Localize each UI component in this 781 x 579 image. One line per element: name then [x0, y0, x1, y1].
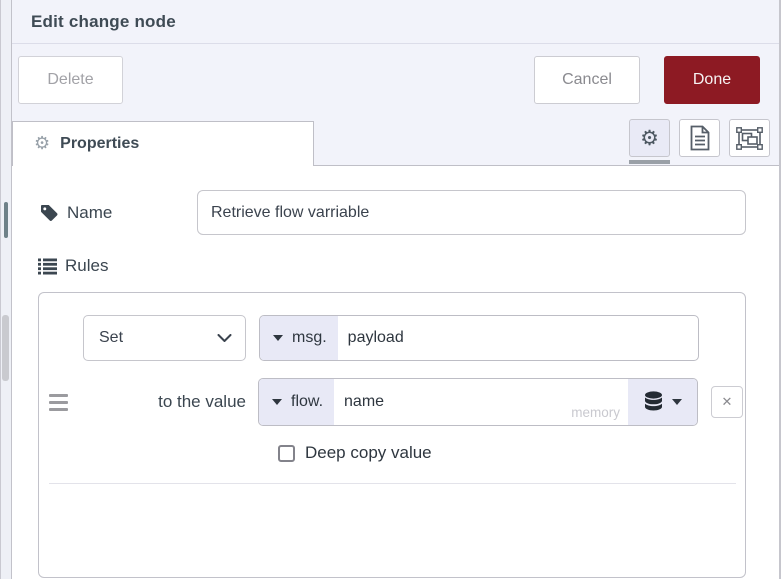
handle-bar — [49, 407, 68, 411]
database-icon — [645, 391, 662, 411]
rule-separator — [49, 483, 736, 484]
rule-target-row: Set msg. — [83, 315, 699, 361]
done-button[interactable]: Done — [664, 55, 760, 104]
rule-value-row: to the value flow. memory — [49, 378, 743, 426]
tag-icon — [41, 204, 58, 221]
tray-view-buttons: ⚙ — [629, 119, 770, 164]
description-view-button[interactable] — [679, 119, 720, 157]
properties-view-button[interactable]: ⚙ — [629, 119, 670, 164]
rule-action-select[interactable]: Set — [83, 315, 246, 361]
rules-label-text: Rules — [65, 256, 109, 275]
rule-list-item: Set msg. payload to the value flow. name… — [38, 292, 746, 578]
node-red-edit-dialog: Edit change node Delete Cancel Done ⚙ Pr… — [0, 0, 781, 579]
delete-button[interactable]: Delete — [18, 55, 123, 104]
value-type-label: flow. — [291, 393, 324, 410]
deep-copy-label: Deep copy value — [305, 443, 432, 462]
caret-down-icon — [672, 399, 682, 405]
workspace-scrollbar-thumb[interactable] — [2, 315, 9, 381]
background-node-sliver — [4, 202, 8, 238]
tab-properties-label: Properties — [60, 135, 140, 152]
remove-rule-button[interactable]: ✕ — [711, 386, 743, 418]
dialog-title: Edit change node — [31, 11, 176, 31]
caret-down-icon — [273, 335, 283, 341]
document-icon — [690, 125, 709, 151]
value-type-button[interactable]: flow. — [259, 379, 335, 425]
tray-content: Name Rules Set — [12, 166, 779, 579]
handle-bar — [49, 393, 68, 397]
tray-tab-bar: ⚙ Properties ⚙ — [12, 115, 779, 166]
target-type-label: msg. — [292, 329, 327, 346]
target-typed-input: msg. — [259, 315, 699, 361]
value-property-input[interactable] — [334, 379, 628, 425]
edit-tray: Edit change node Delete Cancel Done ⚙ Pr… — [12, 0, 781, 579]
context-store-button[interactable] — [628, 379, 697, 425]
tray-toolbar: Delete Cancel Done — [12, 44, 779, 115]
tab-properties[interactable]: ⚙ Properties — [12, 121, 314, 166]
close-icon: ✕ — [721, 394, 733, 410]
caret-down-icon — [272, 399, 282, 405]
to-the-value-label: to the value — [158, 392, 246, 411]
name-input[interactable] — [197, 190, 746, 235]
deep-copy-checkbox[interactable] — [278, 444, 295, 462]
list-icon — [38, 258, 57, 274]
name-field-label: Name — [40, 203, 197, 223]
workspace-edge — [1, 0, 12, 579]
handle-bar — [49, 400, 68, 404]
cancel-button[interactable]: Cancel — [534, 55, 640, 104]
name-field-row: Name — [40, 190, 746, 235]
rule-action-value: Set — [99, 329, 124, 346]
name-label-text: Name — [67, 202, 113, 222]
gear-icon: ⚙ — [34, 133, 51, 154]
target-type-button[interactable]: msg. — [260, 316, 338, 360]
chevron-down-icon — [217, 333, 232, 342]
rules-section-label: Rules — [38, 256, 108, 276]
tray-header: Edit change node — [12, 0, 779, 44]
drag-handle-icon[interactable] — [49, 390, 68, 415]
deep-copy-row: Deep copy value — [278, 443, 432, 463]
value-typed-input: flow. memory — [258, 378, 698, 426]
object-group-icon — [736, 126, 763, 150]
appearance-view-button[interactable] — [729, 119, 770, 157]
target-property-input[interactable] — [337, 316, 698, 360]
gear-icon: ⚙ — [640, 125, 659, 150]
